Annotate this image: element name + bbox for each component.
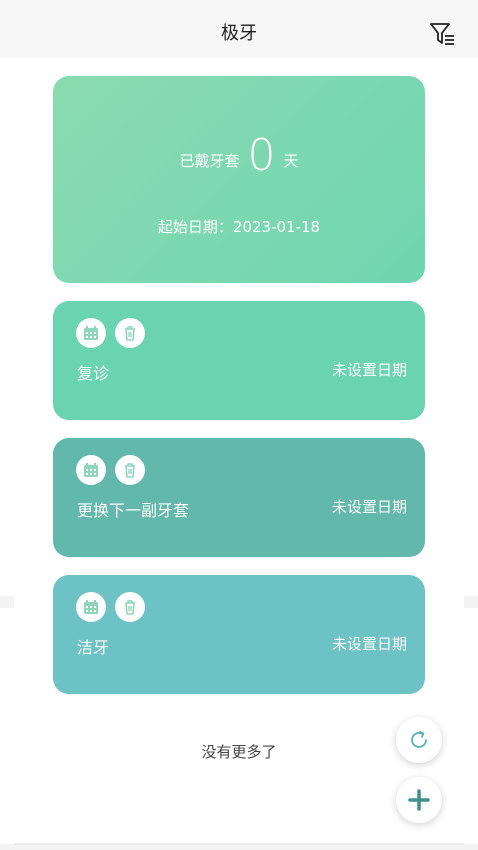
delete-button[interactable] [115, 592, 146, 622]
refresh-button[interactable] [396, 717, 442, 763]
calendar-icon [84, 326, 98, 340]
delete-button[interactable] [115, 318, 146, 348]
task-name: 洁牙 [77, 638, 110, 657]
side-strip-left [0, 596, 14, 608]
task-date: 未设置日期 [331, 498, 407, 516]
trash-icon [125, 463, 136, 478]
task-actions [76, 318, 149, 348]
trash-icon [125, 326, 136, 341]
wear-summary-card: 已戴牙套 0 天 起始日期：2023-01-18 [53, 76, 425, 283]
worn-days-count: 0 [247, 130, 276, 181]
side-strip-right [464, 596, 478, 608]
top-bar: 极牙 [0, 0, 478, 58]
filter-button[interactable] [428, 20, 456, 48]
filter-list-icon [430, 23, 454, 45]
calendar-button[interactable] [76, 318, 106, 348]
calendar-icon [84, 600, 98, 614]
task-date: 未设置日期 [331, 635, 407, 653]
task-card-cleaning[interactable]: 洁牙 未设置日期 [53, 575, 425, 694]
trash-icon [125, 600, 136, 615]
task-name: 复诊 [77, 364, 110, 383]
start-date-label: 起始日期： [157, 218, 233, 236]
calendar-icon [84, 463, 98, 477]
add-button[interactable] [396, 777, 442, 823]
task-name: 更换下一副牙套 [77, 501, 190, 520]
calendar-button[interactable] [76, 455, 106, 485]
bottom-divider [14, 843, 464, 845]
refresh-icon [411, 731, 427, 748]
task-card-followup[interactable]: 复诊 未设置日期 [53, 301, 425, 420]
start-date-value: 2023-01-18 [232, 218, 321, 236]
plus-icon [408, 789, 430, 811]
worn-days-row: 已戴牙套 0 天 [53, 130, 425, 181]
task-actions [76, 455, 149, 485]
calendar-button[interactable] [76, 592, 106, 622]
task-actions [76, 592, 149, 622]
task-date: 未设置日期 [331, 361, 407, 379]
worn-suffix: 天 [283, 152, 299, 170]
worn-prefix: 已戴牙套 [179, 152, 240, 170]
task-card-next-aligner[interactable]: 更换下一副牙套 未设置日期 [53, 438, 425, 557]
start-date-row: 起始日期：2023-01-18 [53, 216, 425, 237]
delete-button[interactable] [115, 455, 146, 485]
